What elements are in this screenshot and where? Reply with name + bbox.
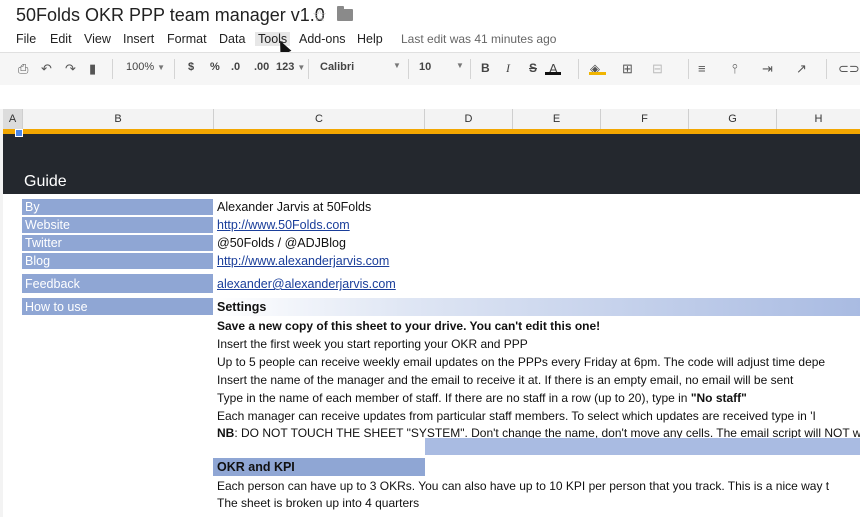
redo-icon[interactable]: ↷: [65, 61, 76, 77]
insert-link-icon[interactable]: ⊂⊃: [838, 61, 860, 77]
paint-format-icon[interactable]: ▮: [89, 61, 96, 77]
last-edit-status[interactable]: Last edit was 41 minutes ago: [401, 32, 556, 46]
undo-icon[interactable]: ↶: [41, 61, 52, 77]
borders-icon[interactable]: ⊞: [622, 61, 633, 77]
print-icon[interactable]: ⎙: [18, 61, 28, 77]
percent-format-button[interactable]: %: [210, 61, 220, 73]
settings-header-band: [213, 298, 860, 316]
feedback-email-link[interactable]: alexander@alexanderjarvis.com: [217, 277, 396, 291]
formula-bar[interactable]: [0, 85, 860, 110]
label-website[interactable]: Website: [22, 217, 213, 234]
text-rotation-icon[interactable]: ↗: [796, 61, 807, 77]
instruction-save-copy[interactable]: Save a new copy of this sheet to your dr…: [217, 319, 600, 333]
strikethrough-button[interactable]: S: [529, 61, 537, 75]
menu-help[interactable]: Help: [357, 32, 383, 46]
label-feedback[interactable]: Feedback: [22, 274, 213, 294]
menu-insert[interactable]: Insert: [123, 32, 154, 46]
value-by[interactable]: Alexander Jarvis at 50Folds: [217, 200, 371, 214]
menu-file[interactable]: File: [16, 32, 36, 46]
blog-link[interactable]: http://www.alexanderjarvis.com: [217, 254, 389, 268]
currency-format-button[interactable]: $: [188, 61, 194, 73]
text-wrap-icon[interactable]: ⇥: [762, 61, 773, 77]
document-title[interactable]: 50Folds OKR PPP team manager v1.0: [16, 5, 325, 26]
column-headers: A B C D E F G H: [0, 109, 860, 130]
menu-add-ons[interactable]: Add-ons: [299, 32, 346, 46]
menu-view[interactable]: View: [84, 32, 111, 46]
merge-cells-icon[interactable]: ⊟: [652, 61, 663, 77]
column-header-d[interactable]: D: [425, 109, 513, 129]
instruction-first-week[interactable]: Insert the first week you start reportin…: [217, 337, 528, 351]
italic-button[interactable]: I: [506, 61, 510, 76]
column-header-e[interactable]: E: [513, 109, 601, 129]
settings-heading[interactable]: Settings: [217, 300, 266, 314]
sheet-grid[interactable]: Guide By Alexander Jarvis at 50Folds Web…: [0, 129, 860, 517]
website-link[interactable]: http://www.50Folds.com: [217, 218, 350, 232]
increase-decimal-button[interactable]: .00: [254, 61, 269, 73]
selection-handle[interactable]: [15, 129, 23, 137]
zoom-select[interactable]: 100% ▼: [126, 61, 165, 73]
okr-instruction-limits[interactable]: Each person can have up to 3 OKRs. You c…: [217, 479, 829, 493]
star-icon[interactable]: ☆: [312, 6, 327, 26]
font-select[interactable]: Calibri ▼: [320, 61, 401, 73]
guide-title: Guide: [24, 173, 67, 190]
column-header-g[interactable]: G: [689, 109, 777, 129]
okr-heading[interactable]: OKR and KPI: [217, 460, 295, 474]
more-formats-select[interactable]: 123 ▼: [276, 61, 305, 73]
column-header-h[interactable]: H: [777, 109, 860, 129]
section-divider-band: [425, 438, 860, 455]
column-header-f[interactable]: F: [601, 109, 689, 129]
align-left-icon[interactable]: ≡: [698, 61, 706, 76]
column-header-c[interactable]: C: [214, 109, 425, 129]
text-color-indicator: [545, 72, 561, 75]
folder-icon[interactable]: [337, 6, 353, 21]
decrease-decimal-button[interactable]: .0: [231, 61, 240, 73]
toolbar: ⎙ ↶ ↷ ▮ 100% ▼ $ % .0 .00 123 ▼ Calibri ▼ 1…: [0, 52, 860, 86]
instruction-manager-email[interactable]: Insert the name of the manager and the e…: [217, 373, 793, 387]
instruction-email-updates[interactable]: Up to 5 people can receive weekly email …: [217, 355, 825, 369]
instruction-manager-updates[interactable]: Each manager can receive updates from pa…: [217, 409, 816, 423]
bold-button[interactable]: B: [481, 61, 490, 75]
label-by[interactable]: By: [22, 199, 213, 216]
label-twitter[interactable]: Twitter: [22, 235, 213, 252]
fill-color-indicator: [589, 72, 606, 75]
instruction-staff-names[interactable]: Type in the name of each member of staff…: [217, 391, 747, 405]
guide-banner: [3, 134, 860, 194]
vertical-align-icon[interactable]: ⫯: [732, 61, 738, 77]
title-bar: 50Folds OKR PPP team manager v1.0 ☆: [0, 0, 860, 30]
okr-instruction-quarters[interactable]: The sheet is broken up into 4 quarters: [217, 496, 419, 510]
menu-edit[interactable]: Edit: [50, 32, 72, 46]
font-size-select[interactable]: 10 ▼: [419, 61, 464, 73]
menu-bar: File Edit View Insert Format Data Tools …: [0, 30, 860, 50]
menu-format[interactable]: Format: [167, 32, 207, 46]
column-header-a[interactable]: A: [3, 109, 23, 129]
label-how-to-use[interactable]: How to use: [22, 298, 213, 316]
menu-data[interactable]: Data: [219, 32, 245, 46]
value-twitter[interactable]: @50Folds / @ADJBlog: [217, 236, 346, 250]
label-blog[interactable]: Blog: [22, 253, 213, 270]
column-header-b[interactable]: B: [23, 109, 214, 129]
